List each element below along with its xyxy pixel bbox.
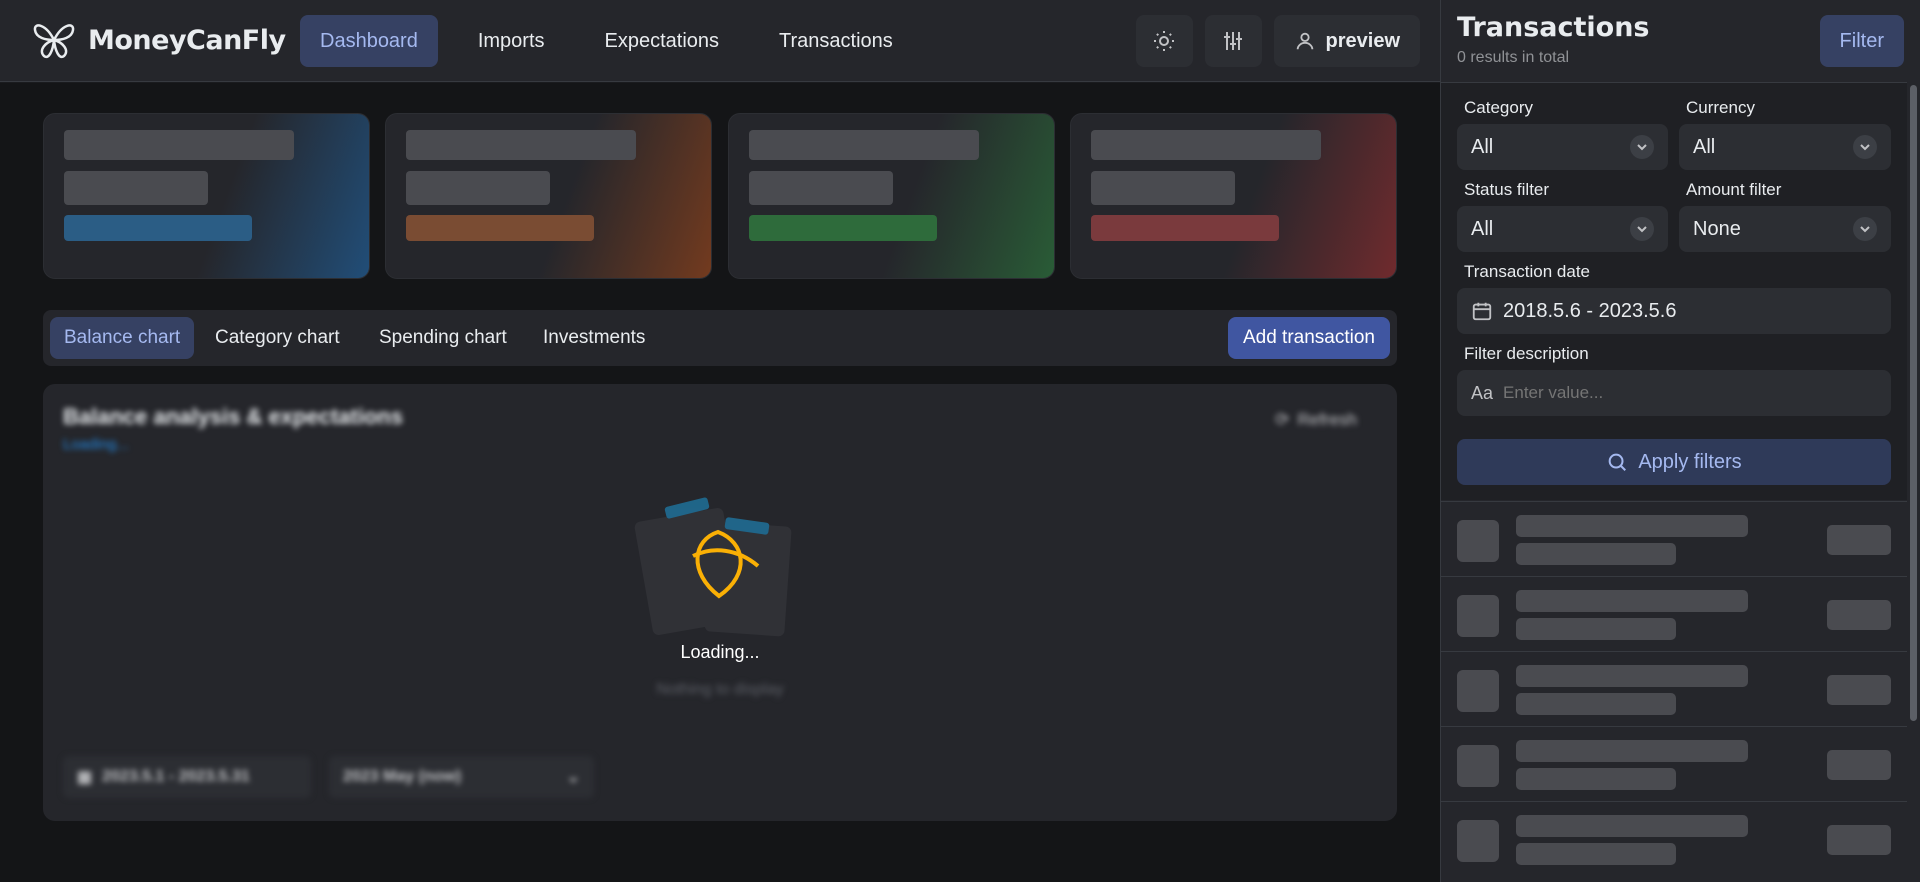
amount-filter-label: Amount filter — [1686, 180, 1782, 199]
tab-category-chart[interactable]: Category chart — [201, 317, 354, 359]
transaction-list — [1441, 501, 1907, 876]
chevron-down-icon — [1853, 217, 1877, 241]
tab-investments[interactable]: Investments — [529, 317, 659, 359]
transaction-date-value: 2018.5.6 - 2023.5.6 — [1503, 299, 1677, 322]
results-count: 0 results in total — [1457, 49, 1570, 66]
list-item — [1441, 726, 1907, 801]
tab-spending-chart[interactable]: Spending chart — [365, 317, 521, 359]
tab-balance-chart[interactable]: Balance chart — [50, 317, 195, 359]
description-field[interactable]: Aa — [1457, 370, 1891, 416]
panel-title: Transactions — [1457, 12, 1650, 43]
skeleton-line — [64, 215, 252, 241]
text-type-icon: Aa — [1471, 382, 1494, 403]
refresh-icon: ⟳ — [1275, 410, 1290, 429]
stat-card — [43, 113, 370, 279]
currency-value: All — [1693, 135, 1716, 158]
main-content: Balance chart Category chart Spending ch… — [0, 83, 1440, 882]
transaction-date-label: Transaction date — [1464, 262, 1590, 281]
currency-select[interactable]: All — [1679, 124, 1891, 170]
chart-period-select[interactable]: 2023 May (now) ⌄ — [329, 756, 594, 798]
loading-text: Loading... — [680, 642, 760, 662]
skeleton-line — [406, 171, 550, 205]
chevron-down-icon — [1630, 135, 1654, 159]
calendar-icon: ▦ — [77, 769, 93, 786]
chevron-down-icon — [1853, 135, 1877, 159]
amount-filter-value: None — [1693, 217, 1741, 240]
empty-state-text: Nothing to display — [656, 681, 784, 698]
butterfly-icon — [33, 24, 75, 59]
nav-dashboard[interactable]: Dashboard — [300, 15, 438, 67]
chevron-down-icon: ⌄ — [566, 769, 580, 786]
chart-period-value: 2023 May (now) — [343, 768, 462, 785]
calendar-icon — [1472, 302, 1492, 321]
chart-title: Balance analysis & expectations — [63, 404, 403, 429]
skeleton-line — [64, 171, 208, 205]
apply-filters-label: Apply filters — [1638, 450, 1742, 473]
skeleton-line — [406, 215, 594, 241]
amount-filter-select[interactable]: None — [1679, 206, 1891, 252]
nav-expectations[interactable]: Expectations — [585, 15, 740, 67]
chart-date-range-picker[interactable]: ▦ 2023.5.1 - 2023.5.31 — [63, 756, 311, 798]
sun-icon — [1154, 31, 1175, 51]
chart-date-range-value: 2023.5.1 - 2023.5.31 — [102, 768, 250, 785]
skeleton-line — [1091, 130, 1321, 160]
nav-transactions[interactable]: Transactions — [759, 15, 913, 67]
filter-button[interactable]: Filter — [1819, 15, 1904, 67]
app-logo[interactable]: MoneyCanFly — [32, 20, 286, 60]
list-item — [1441, 801, 1907, 876]
loading-illustration — [634, 497, 792, 637]
panel-scrollbar[interactable] — [1910, 85, 1917, 721]
skeleton-line — [749, 215, 937, 241]
theme-toggle-button[interactable] — [1135, 15, 1193, 67]
search-icon — [1608, 453, 1627, 471]
chart-tabs: Balance chart Category chart Spending ch… — [43, 310, 1397, 366]
nav-imports[interactable]: Imports — [458, 15, 565, 67]
list-item — [1441, 651, 1907, 726]
skeleton-line — [1091, 171, 1235, 205]
settings-button[interactable] — [1204, 15, 1262, 67]
app-name: MoneyCanFly — [88, 24, 286, 56]
user-icon — [1296, 32, 1313, 50]
category-label: Category — [1464, 98, 1533, 117]
status-filter-label: Status filter — [1464, 180, 1550, 199]
stat-card — [728, 113, 1055, 279]
user-label: preview — [1325, 29, 1400, 52]
transaction-date-picker[interactable]: 2018.5.6 - 2023.5.6 — [1457, 288, 1891, 334]
category-value: All — [1471, 135, 1494, 158]
apply-filters-button[interactable]: Apply filters — [1457, 439, 1891, 485]
sliders-icon — [1224, 32, 1243, 50]
skeleton-line — [1091, 215, 1279, 241]
chart-subtitle: Loading... — [63, 436, 129, 453]
list-item — [1441, 501, 1907, 576]
refresh-button[interactable]: ⟳ Refresh — [1275, 410, 1357, 430]
add-transaction-button[interactable]: Add transaction — [1227, 317, 1390, 359]
currency-label: Currency — [1686, 98, 1755, 117]
skeleton-line — [406, 130, 636, 160]
description-input[interactable] — [1503, 383, 1864, 403]
status-filter-value: All — [1471, 217, 1494, 240]
filter-form: Category All Currency All Status filter … — [1441, 82, 1907, 500]
filter-description-label: Filter description — [1464, 344, 1589, 363]
balance-chart-panel: Balance analysis & expectations Loading.… — [43, 384, 1397, 821]
stat-card — [385, 113, 712, 279]
skeleton-line — [64, 130, 294, 160]
category-select[interactable]: All — [1457, 124, 1668, 170]
list-item — [1441, 576, 1907, 651]
user-menu-button[interactable]: preview — [1273, 15, 1420, 67]
skeleton-line — [749, 171, 893, 205]
main-nav: Dashboard Imports Expectations Transacti… — [300, 15, 925, 67]
transactions-panel: Transactions 0 results in total Filter C… — [1440, 0, 1920, 882]
skeleton-line — [749, 130, 979, 160]
header-actions: preview — [1135, 15, 1420, 67]
refresh-label: Refresh — [1297, 410, 1357, 429]
stat-card — [1070, 113, 1397, 279]
status-filter-select[interactable]: All — [1457, 206, 1668, 252]
top-header: MoneyCanFly Dashboard Imports Expectatio… — [0, 0, 1440, 82]
chevron-down-icon — [1630, 217, 1654, 241]
